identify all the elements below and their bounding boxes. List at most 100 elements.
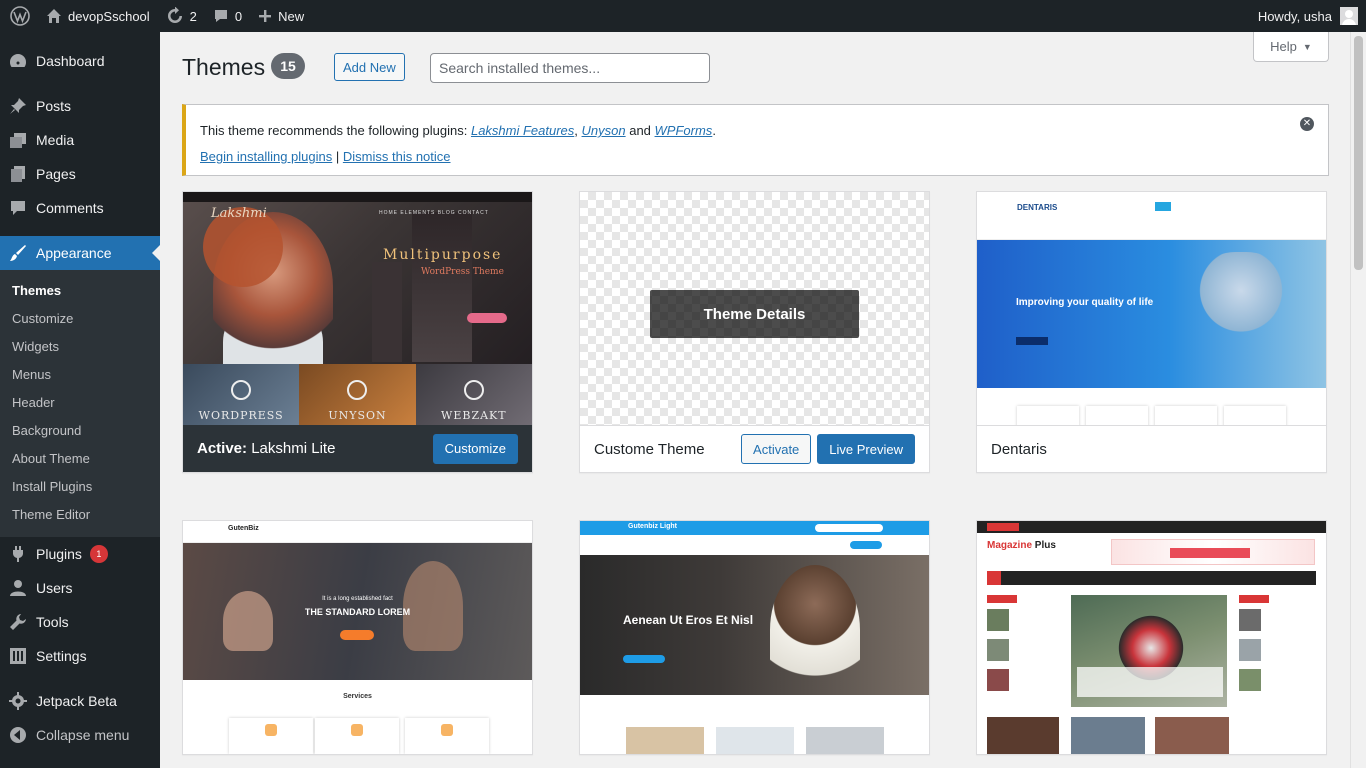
menu-dashboard[interactable]: Dashboard [0, 44, 160, 78]
screenshot-logo: GutenBiz [228, 525, 259, 532]
avatar [1340, 7, 1358, 25]
submenu-install-plugins[interactable]: Install Plugins [0, 473, 160, 501]
my-account[interactable]: Howdy, usha [1258, 7, 1366, 25]
wpforms-link[interactable]: WPForms [655, 123, 713, 138]
comments-link[interactable]: 0 [205, 0, 250, 32]
close-icon[interactable]: ✕ [1300, 117, 1314, 131]
activate-button[interactable]: Activate [741, 434, 812, 464]
submenu-themes[interactable]: Themes [0, 277, 160, 305]
screenshot-logo: Gutenbiz Light [628, 523, 677, 530]
theme-name: Custome Theme [594, 440, 705, 458]
theme-name: Active: Lakshmi Lite [197, 440, 336, 457]
submenu-theme-editor[interactable]: Theme Editor [0, 501, 160, 529]
screenshot-heading: THE STANDARD LOREM [304, 607, 411, 617]
refresh-icon [166, 7, 184, 25]
submenu-background[interactable]: Background [0, 417, 160, 445]
greeting: Howdy, usha [1257, 8, 1332, 24]
theme-screenshot[interactable]: Lakshmi HOME ELEMENTS BLOG CONTACT Multi… [183, 192, 532, 425]
add-new-theme-button[interactable]: Add New [334, 53, 405, 81]
gear-icon [8, 691, 28, 711]
pages-icon [8, 164, 28, 184]
menu-settings[interactable]: Settings [0, 639, 160, 673]
menu-pages[interactable]: Pages [0, 157, 160, 191]
plugin-icon [8, 544, 28, 564]
unyson-link[interactable]: Unyson [582, 123, 626, 138]
theme-screenshot[interactable]: Theme Details [580, 192, 929, 425]
theme-name-bar: Custome Theme Activate Live Preview [580, 425, 929, 472]
notice-actions: Begin installing plugins | Dismiss this … [200, 149, 451, 164]
updates-count: 2 [189, 8, 197, 24]
theme-card-dentaris[interactable]: DENTARIS Improving your quality of life … [976, 191, 1327, 473]
notice-message: This theme recommends the following plug… [200, 123, 716, 138]
screenshot-logo: Lakshmi [211, 206, 267, 221]
theme-name-bar: Dentaris [977, 425, 1326, 472]
updates-link[interactable]: 2 [158, 0, 205, 32]
plugin-recommendation-notice: This theme recommends the following plug… [182, 104, 1329, 176]
pin-icon [8, 96, 28, 116]
theme-details-button[interactable]: Theme Details [650, 290, 859, 338]
screenshot-subheading: WordPress Theme [421, 267, 504, 277]
comment-icon [8, 198, 28, 218]
menu-jetpack-beta[interactable]: Jetpack Beta [0, 684, 160, 718]
page-title: Themes [182, 54, 266, 80]
collapse-icon [8, 725, 28, 745]
admin-sidebar: Dashboard Posts Media Pages Comments App… [0, 32, 160, 768]
brush-icon [8, 243, 28, 263]
submenu-menus[interactable]: Menus [0, 361, 160, 389]
menu-collapse[interactable]: Collapse menu [0, 718, 160, 752]
theme-card-custome-theme[interactable]: Theme Details Custome Theme Activate Liv… [579, 191, 930, 473]
live-preview-button[interactable]: Live Preview [817, 434, 915, 464]
screenshot-logo: Magazine Plus [987, 540, 1056, 551]
dashboard-icon [8, 51, 28, 71]
submenu-about-theme[interactable]: About Theme [0, 445, 160, 473]
customize-button[interactable]: Customize [432, 433, 518, 464]
site-name-link[interactable]: devopSschool [38, 0, 158, 32]
megaphone-icon [463, 380, 484, 400]
main-content: Help ▼ Themes 15 Add New This theme reco… [160, 32, 1350, 768]
wordpress-icon [231, 380, 252, 400]
submenu-widgets[interactable]: Widgets [0, 333, 160, 361]
theme-screenshot[interactable]: DENTARIS Improving your quality of life [977, 192, 1326, 425]
theme-screenshot[interactable]: Gutenbiz Light Aenean Ut Eros Et Nisl [580, 521, 929, 754]
search-themes-input[interactable] [430, 53, 710, 83]
menu-media[interactable]: Media [0, 123, 160, 157]
screenshot-heading: Aenean Ut Eros Et Nisl [623, 613, 754, 627]
user-icon [8, 578, 28, 598]
menu-comments[interactable]: Comments [0, 191, 160, 225]
theme-screenshot[interactable]: GutenBiz It is a long established fact T… [183, 521, 532, 754]
screenshot-logo: DENTARIS [1017, 203, 1058, 212]
begin-installing-plugins-link[interactable]: Begin installing plugins [200, 149, 332, 164]
menu-users[interactable]: Users [0, 571, 160, 605]
new-label: New [278, 8, 305, 24]
plugins-update-badge: 1 [89, 545, 108, 563]
screenshot-heading: Improving your quality of life [1016, 297, 1154, 308]
menu-plugins[interactable]: Plugins 1 [0, 537, 160, 571]
theme-card-gutenbiz-light[interactable]: Gutenbiz Light Aenean Ut Eros Et Nisl [579, 520, 930, 755]
page-scrollbar[interactable] [1350, 32, 1366, 768]
theme-name: Dentaris [991, 440, 1047, 458]
help-tab-button[interactable]: Help ▼ [1253, 32, 1329, 62]
home-icon [46, 8, 62, 24]
site-name: devopSschool [68, 8, 150, 24]
caret-down-icon: ▼ [1302, 41, 1312, 52]
theme-card-magazine-plus[interactable]: Magazine Plus [976, 520, 1327, 755]
theme-screenshot[interactable]: Magazine Plus [977, 521, 1326, 754]
scrollbar-thumb[interactable] [1354, 36, 1363, 270]
wrench-icon [8, 612, 28, 632]
theme-card-gutenbiz[interactable]: GutenBiz It is a long established fact T… [182, 520, 533, 755]
wordpress-logo-icon[interactable] [0, 0, 38, 32]
theme-name-bar: Active: Lakshmi Lite Customize [183, 425, 532, 472]
submenu-customize[interactable]: Customize [0, 305, 160, 333]
menu-appearance[interactable]: Appearance [0, 236, 160, 270]
menu-posts[interactable]: Posts [0, 89, 160, 123]
comments-count: 0 [234, 8, 243, 24]
dismiss-notice-link[interactable]: Dismiss this notice [343, 149, 451, 164]
menu-tools[interactable]: Tools [0, 605, 160, 639]
media-icon [8, 130, 28, 150]
submenu-header[interactable]: Header [0, 389, 160, 417]
theme-card-lakshmi-lite[interactable]: Lakshmi HOME ELEMENTS BLOG CONTACT Multi… [182, 191, 533, 473]
lakshmi-features-link[interactable]: Lakshmi Features [471, 123, 574, 138]
plus-icon [258, 9, 272, 23]
appearance-submenu: Themes Customize Widgets Menus Header Ba… [0, 270, 160, 537]
new-content-link[interactable]: New [250, 0, 312, 32]
